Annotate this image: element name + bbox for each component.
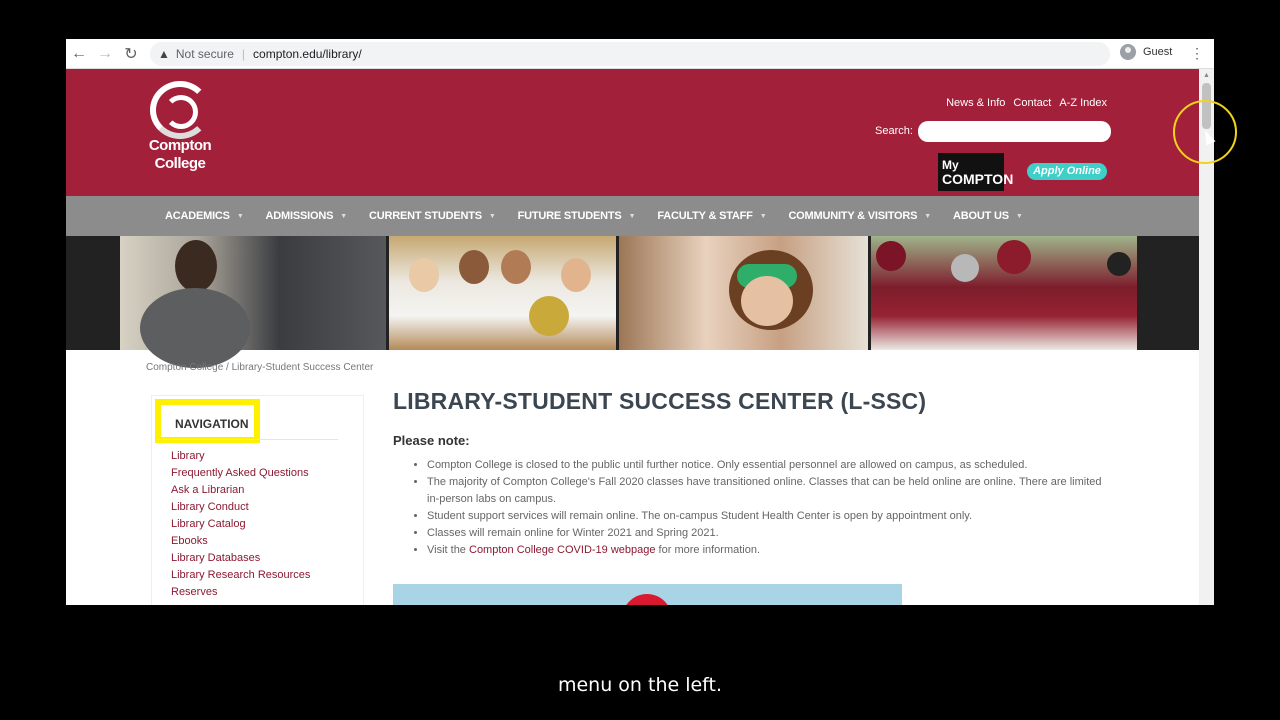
promo-banner[interactable] [393,584,902,605]
reload-icon[interactable]: ↻ [118,41,144,67]
photo-football-team [871,236,1137,350]
url-text: compton.edu/library/ [253,47,362,61]
photo-figure [561,258,591,292]
avatar-icon [1120,44,1136,60]
sidebar-item-ask-librarian[interactable]: Ask a Librarian [171,483,310,500]
caret-down-icon: ▼ [236,212,244,220]
sidebar-item-reserves[interactable]: Reserves [171,585,310,602]
caret-down-icon: ▼ [628,212,636,220]
nav-community-visitors[interactable]: COMMUNITY & VISITORS ▼ [788,210,931,222]
nav-current-students[interactable]: CURRENT STUDENTS ▼ [369,210,496,222]
nav-label: FACULTY & STAFF [657,210,753,222]
link-news-info[interactable]: News & Info [946,97,1005,109]
nav-label: ABOUT US [953,210,1009,222]
photo-figure [140,288,250,368]
compton-college-logo[interactable]: Compton College [144,81,216,173]
caret-down-icon: ▼ [759,212,767,220]
nav-academics[interactable]: ACADEMICS ▼ [165,210,244,222]
utility-links: News & Info Contact A-Z Index [946,97,1107,109]
nav-admissions[interactable]: ADMISSIONS ▼ [265,210,348,222]
apply-online-button[interactable]: Apply Online [1027,163,1107,180]
photo-figure [951,254,979,282]
photo-figure [876,241,906,271]
sidebar-item-ebooks[interactable]: Ebooks [171,534,310,551]
sidebar-item-library[interactable]: Library [171,449,310,466]
sidebar-item-faq[interactable]: Frequently Asked Questions [171,466,310,483]
logo-swirl-inner-icon [164,95,198,129]
note-item: Student support services will remain onl… [427,508,1113,525]
photo-figure [1107,252,1131,276]
profile-label: Guest [1143,46,1173,58]
nav-label: ADMISSIONS [265,210,334,222]
nav-label: ACADEMICS [165,210,230,222]
photo-science-lab [619,236,868,350]
main-content: LIBRARY-STUDENT SUCCESS CENTER (L-SSC) P… [393,388,1113,559]
sidebar-item-library-databases[interactable]: Library Databases [171,551,310,568]
note-item: Classes will remain online for Winter 20… [427,525,1113,542]
menu-kebab-icon[interactable]: ⋮ [1190,45,1204,62]
site-header: Compton College News & Info Contact A-Z … [66,69,1199,196]
nav-label: COMMUNITY & VISITORS [788,210,918,222]
caret-down-icon: ▼ [924,212,931,220]
sidebar-item-library-conduct[interactable]: Library Conduct [171,500,310,517]
note-heading: Please note: [393,433,470,448]
banner-graphic [622,594,672,605]
sidebar-divider [158,439,338,440]
note-item: Compton College is closed to the public … [427,457,1113,474]
security-label: Not secure [175,47,234,61]
forward-arrow-icon[interactable]: → [92,41,118,67]
note-text: Visit the [427,544,469,556]
main-navigation: ACADEMICS ▼ ADMISSIONS ▼ CURRENT STUDENTS ▼… [66,196,1199,236]
note-item: The majority of Compton College's Fall 2… [427,474,1113,508]
nav-about-us[interactable]: ABOUT US ▼ [953,210,1023,222]
search-label: Search: [875,125,913,137]
address-separator: | [241,47,246,61]
video-caption: menu on the left. [557,674,723,696]
address-bar[interactable]: ▲ Not secure | compton.edu/library/ [150,42,1110,66]
browser-window: ← → ↻ ▲ Not secure | compton.edu/library… [66,39,1214,605]
caret-down-icon: ▼ [340,212,347,220]
photo-figure [741,276,793,326]
notes-list: Compton College is closed to the public … [393,457,1113,559]
caret-down-icon: ▼ [488,212,496,220]
mycompton-button[interactable]: My COMPTON [938,153,1014,191]
search-input[interactable] [918,121,1111,142]
logo-text-line1: Compton [148,137,212,154]
sidebar-list: Library Frequently Asked Questions Ask a… [171,449,310,602]
page-title: LIBRARY-STUDENT SUCCESS CENTER (L-SSC) [393,388,927,414]
breadcrumb[interactable]: Compton College / Library-Student Succes… [146,362,373,373]
photo-figure [529,296,569,336]
sidebar-item-library-catalog[interactable]: Library Catalog [171,517,310,534]
photo-figure [501,250,531,284]
sidebar-heading: NAVIGATION [155,399,260,443]
note-text: for more information. [655,544,761,556]
warning-icon: ▲ [158,47,170,61]
profile-button[interactable]: Guest [1120,44,1172,60]
hero-photo-strip [66,236,1199,368]
sidebar-item-research-resources[interactable]: Library Research Resources [171,568,310,585]
logo-text-line2: College [154,155,206,172]
caret-down-icon: ▼ [1015,212,1023,220]
web-page: Compton College News & Info Contact A-Z … [66,69,1199,605]
covid-webpage-link[interactable]: Compton College COVID-19 webpage [469,544,656,556]
nav-label: CURRENT STUDENTS [368,210,482,222]
mycompton-line1: My [942,158,959,172]
photo-figure [409,258,439,292]
photo-figure [997,240,1031,274]
mycompton-line2: COMPTON [942,171,1014,187]
nav-label: FUTURE STUDENTS [517,210,622,222]
link-az-index[interactable]: A-Z Index [1059,97,1107,109]
photo-student-computer [120,236,386,368]
back-arrow-icon[interactable]: ← [66,41,92,67]
photo-figure [459,250,489,284]
nav-faculty-staff[interactable]: FACULTY & STAFF ▼ [657,210,766,222]
photo-nursing-graduates [389,236,616,350]
link-contact[interactable]: Contact [1013,97,1051,109]
scroll-up-icon[interactable]: ▲ [1203,72,1210,79]
photo-figure [175,240,217,292]
note-item: Visit the Compton College COVID-19 webpa… [427,542,1113,559]
browser-toolbar: ← → ↻ ▲ Not secure | compton.edu/library… [66,39,1214,69]
nav-future-students[interactable]: FUTURE STUDENTS ▼ [518,210,636,222]
sidebar-navigation: NAVIGATION Library Frequently Asked Ques… [151,395,364,605]
